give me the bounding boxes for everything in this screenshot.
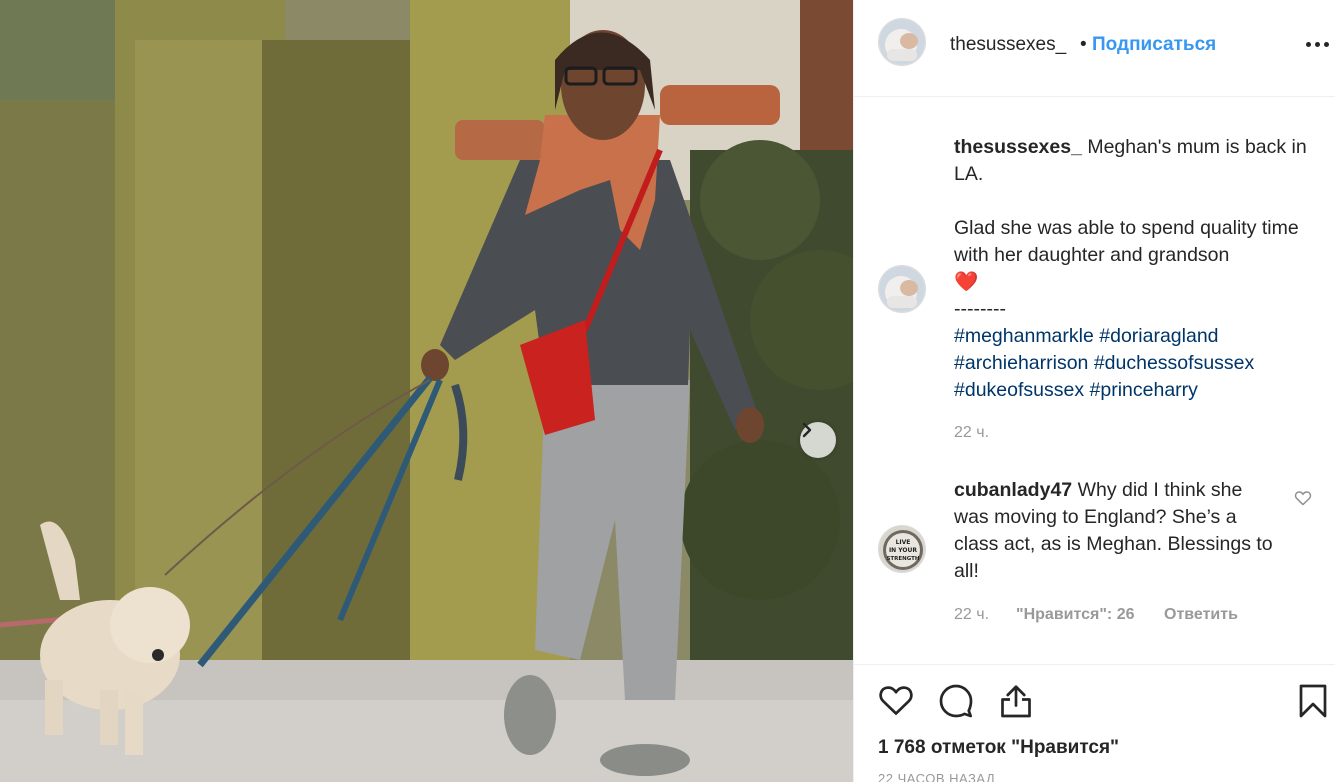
comment-time[interactable]: 22 ч. [954, 606, 989, 624]
avatar[interactable] [878, 18, 926, 66]
caption-username[interactable]: thesussexes_ [954, 136, 1082, 158]
reply-button[interactable]: Ответить [1164, 606, 1238, 624]
heart-emoji: ❤️ [954, 271, 979, 293]
comment-text: cubanlady47 Why did I think she was movi… [954, 477, 1274, 585]
likes-count[interactable]: 1 768 отметок "Нравится" [878, 737, 1119, 759]
svg-text:LIVE: LIVE [896, 539, 911, 546]
ellipsis-icon[interactable] [1306, 42, 1330, 50]
follow-button[interactable]: Подписаться [1092, 34, 1216, 56]
post-actions: 1 768 отметок "Нравится" 22 ЧАСОВ НАЗАД [854, 664, 1335, 782]
avatar-image [879, 19, 925, 65]
header-username[interactable]: thesussexes_ [950, 34, 1066, 56]
caption-line-2: Glad she was able to spend quality time … [954, 217, 1299, 266]
hashtag-link[interactable]: #duchessofsussex [1094, 352, 1254, 374]
caption-text: thesussexes_ Meghan's mum is back in LA.… [954, 134, 1314, 404]
svg-text:IN YOUR: IN YOUR [889, 547, 917, 554]
post-photo-scene [0, 0, 853, 782]
hashtag-link[interactable]: #doriaragland [1099, 325, 1218, 347]
hashtag-link[interactable]: #meghanmarkle [954, 325, 1094, 347]
heart-icon[interactable] [1294, 490, 1312, 506]
avatar-image [879, 266, 925, 312]
post-header: thesussexes_ • Подписаться [854, 0, 1335, 97]
post-photo[interactable] [0, 0, 853, 782]
caption-divider: -------- [954, 298, 1006, 320]
heart-icon[interactable] [878, 683, 914, 717]
caption-time[interactable]: 22 ч. [954, 424, 989, 442]
avatar[interactable]: LIVE IN YOUR STRENGTH [878, 525, 926, 573]
hashtag-link[interactable]: #archieharrison [954, 352, 1088, 374]
comment-icon[interactable] [938, 683, 974, 719]
comments-section[interactable]: thesussexes_ Meghan's mum is back in LA.… [854, 98, 1335, 664]
svg-text:STRENGTH: STRENGTH [886, 556, 919, 562]
chevron-right-icon [802, 422, 812, 438]
bookmark-icon[interactable] [1298, 683, 1328, 719]
hashtag-link[interactable]: #princeharry [1090, 379, 1198, 401]
share-icon[interactable] [998, 683, 1034, 719]
avatar[interactable] [878, 265, 926, 313]
next-photo-button[interactable] [800, 422, 836, 458]
separator-dot: • [1080, 34, 1087, 55]
hashtag-link[interactable]: #dukeofsussex [954, 379, 1084, 401]
posted-time: 22 ЧАСОВ НАЗАД [878, 771, 996, 782]
post-side-panel: thesussexes_ • Подписаться thesussexes_ … [853, 0, 1335, 782]
comment-username[interactable]: cubanlady47 [954, 479, 1072, 501]
comment-likes[interactable]: "Нравится": 26 [1016, 606, 1135, 624]
avatar-image: LIVE IN YOUR STRENGTH [879, 526, 925, 572]
